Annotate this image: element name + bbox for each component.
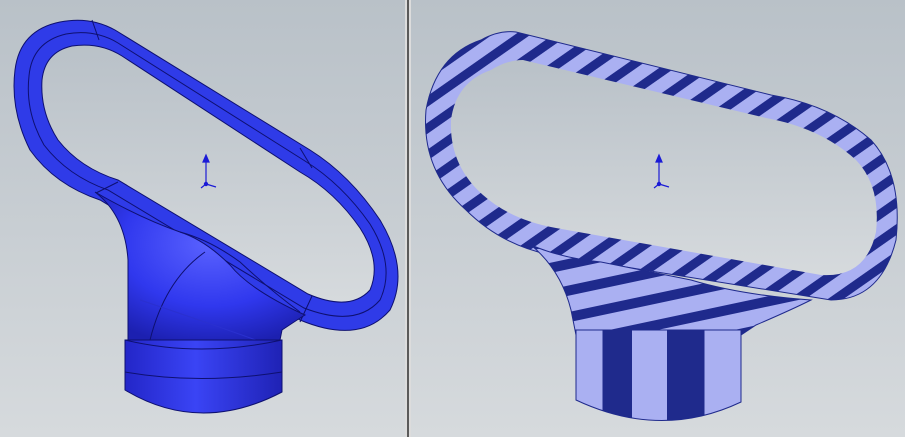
handle-base-cylinder xyxy=(124,339,283,414)
zebra-model-canvas[interactable] xyxy=(411,0,905,437)
shaded-model-canvas[interactable] xyxy=(0,0,405,437)
viewport-left-shaded[interactable] xyxy=(0,0,405,437)
handle-base-cylinder-zebra xyxy=(575,329,742,421)
splitter-line xyxy=(407,0,409,437)
viewport-right-zebra[interactable] xyxy=(411,0,905,437)
graphics-area[interactable] xyxy=(0,0,905,437)
